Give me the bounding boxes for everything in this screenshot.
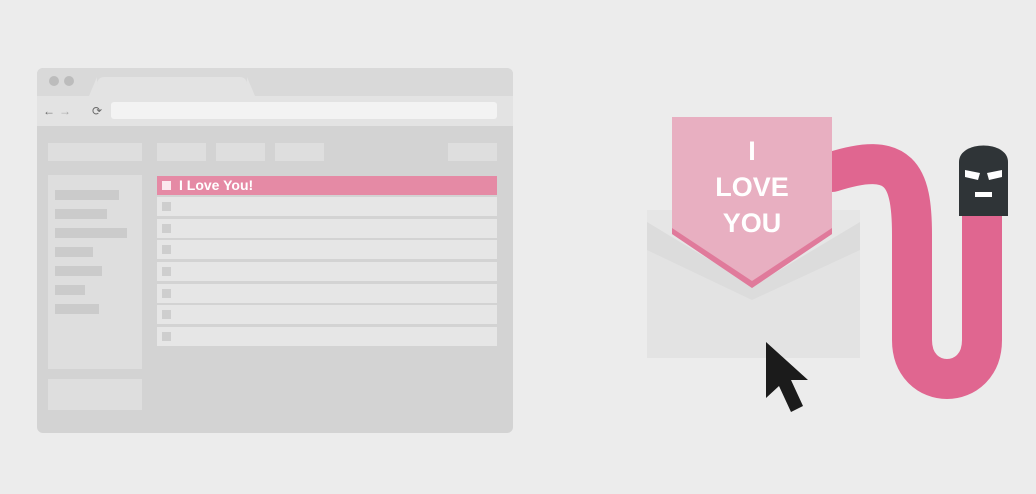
hacker-mask-icon [959,145,1008,216]
letter-line-1: I [748,136,756,166]
scene: ← → ⟳ I Love You! I LOVE YOU [0,0,1036,494]
letter-line-3: YOU [722,208,782,238]
letter-line-2: LOVE [715,172,789,202]
hacker-mouth [975,192,992,197]
virus-illustration [647,117,1008,412]
